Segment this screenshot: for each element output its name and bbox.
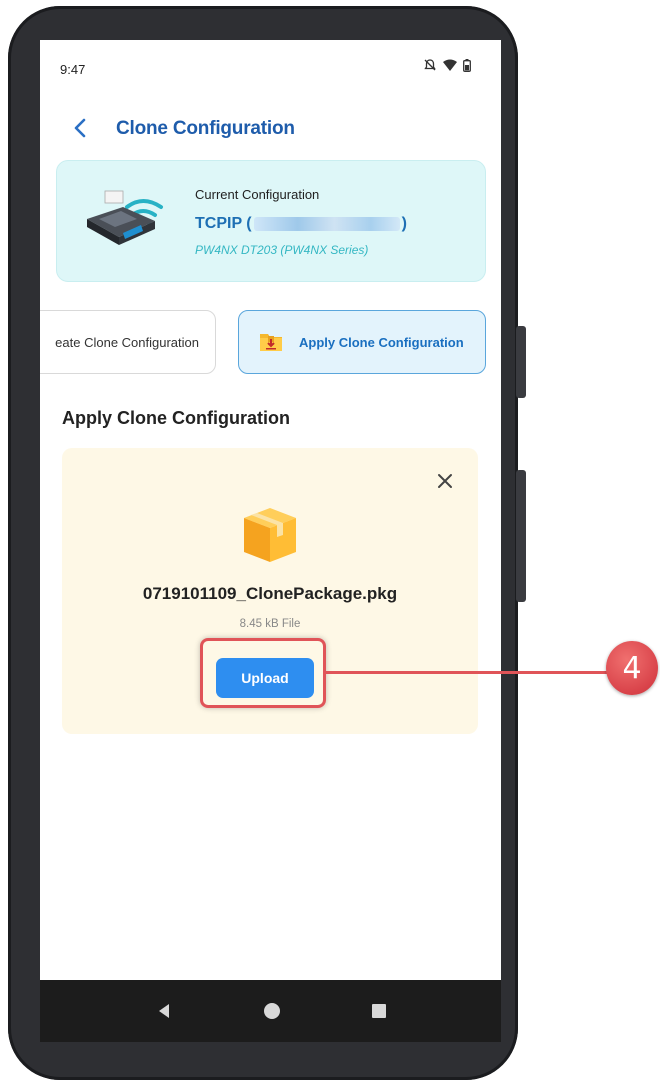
current-config-protocol: TCPIP ( ) [195, 215, 407, 233]
tab-create-label: eate Clone Configuration [55, 334, 199, 350]
phone-frame: 9:47 Clone Configuration Current Configu… [8, 6, 526, 1080]
protocol-suffix: ) [401, 215, 407, 232]
page-title: Clone Configuration [116, 118, 295, 139]
mute-icon [424, 59, 436, 71]
nav-recents-icon[interactable] [371, 1004, 386, 1018]
volume-button [516, 326, 526, 398]
current-config-model: PW4NX DT203 (PW4NX Series) [195, 243, 369, 257]
section-title: Apply Clone Configuration [62, 408, 290, 428]
current-config-label: Current Configuration [195, 187, 320, 202]
current-config-card: Current Configuration TCPIP ( ) PW4NX DT… [56, 160, 486, 282]
callout-connector-line [326, 671, 610, 674]
nav-home-icon[interactable] [263, 1002, 281, 1020]
phone-screen: 9:47 Clone Configuration Current Configu… [40, 40, 501, 1042]
folder-download-icon [260, 334, 282, 351]
back-arrow-icon[interactable] [70, 116, 92, 140]
protocol-prefix: TCPIP ( [195, 215, 252, 232]
nav-back-icon[interactable] [156, 1003, 172, 1019]
status-time: 9:47 [60, 62, 86, 77]
terminal-device-icon [87, 190, 163, 245]
package-icon [244, 508, 296, 562]
step-callout-badge: 4 [606, 641, 658, 695]
upload-highlight-box [200, 638, 326, 708]
file-size: 8.45 kB File [239, 618, 301, 630]
status-icons [423, 58, 471, 72]
wifi-icon [443, 59, 457, 71]
system-nav-bar [40, 980, 501, 1042]
tab-apply-clone[interactable]: Apply Clone Configuration [238, 310, 486, 374]
file-name: 0719101109_ClonePackage.pkg [142, 584, 398, 603]
redacted-address [253, 217, 400, 231]
tab-create-clone[interactable]: eate Clone Configuration [40, 310, 216, 374]
tab-apply-label: Apply Clone Configuration [299, 334, 464, 350]
battery-icon [463, 58, 471, 72]
close-icon[interactable] [436, 472, 454, 490]
power-button [516, 470, 526, 602]
